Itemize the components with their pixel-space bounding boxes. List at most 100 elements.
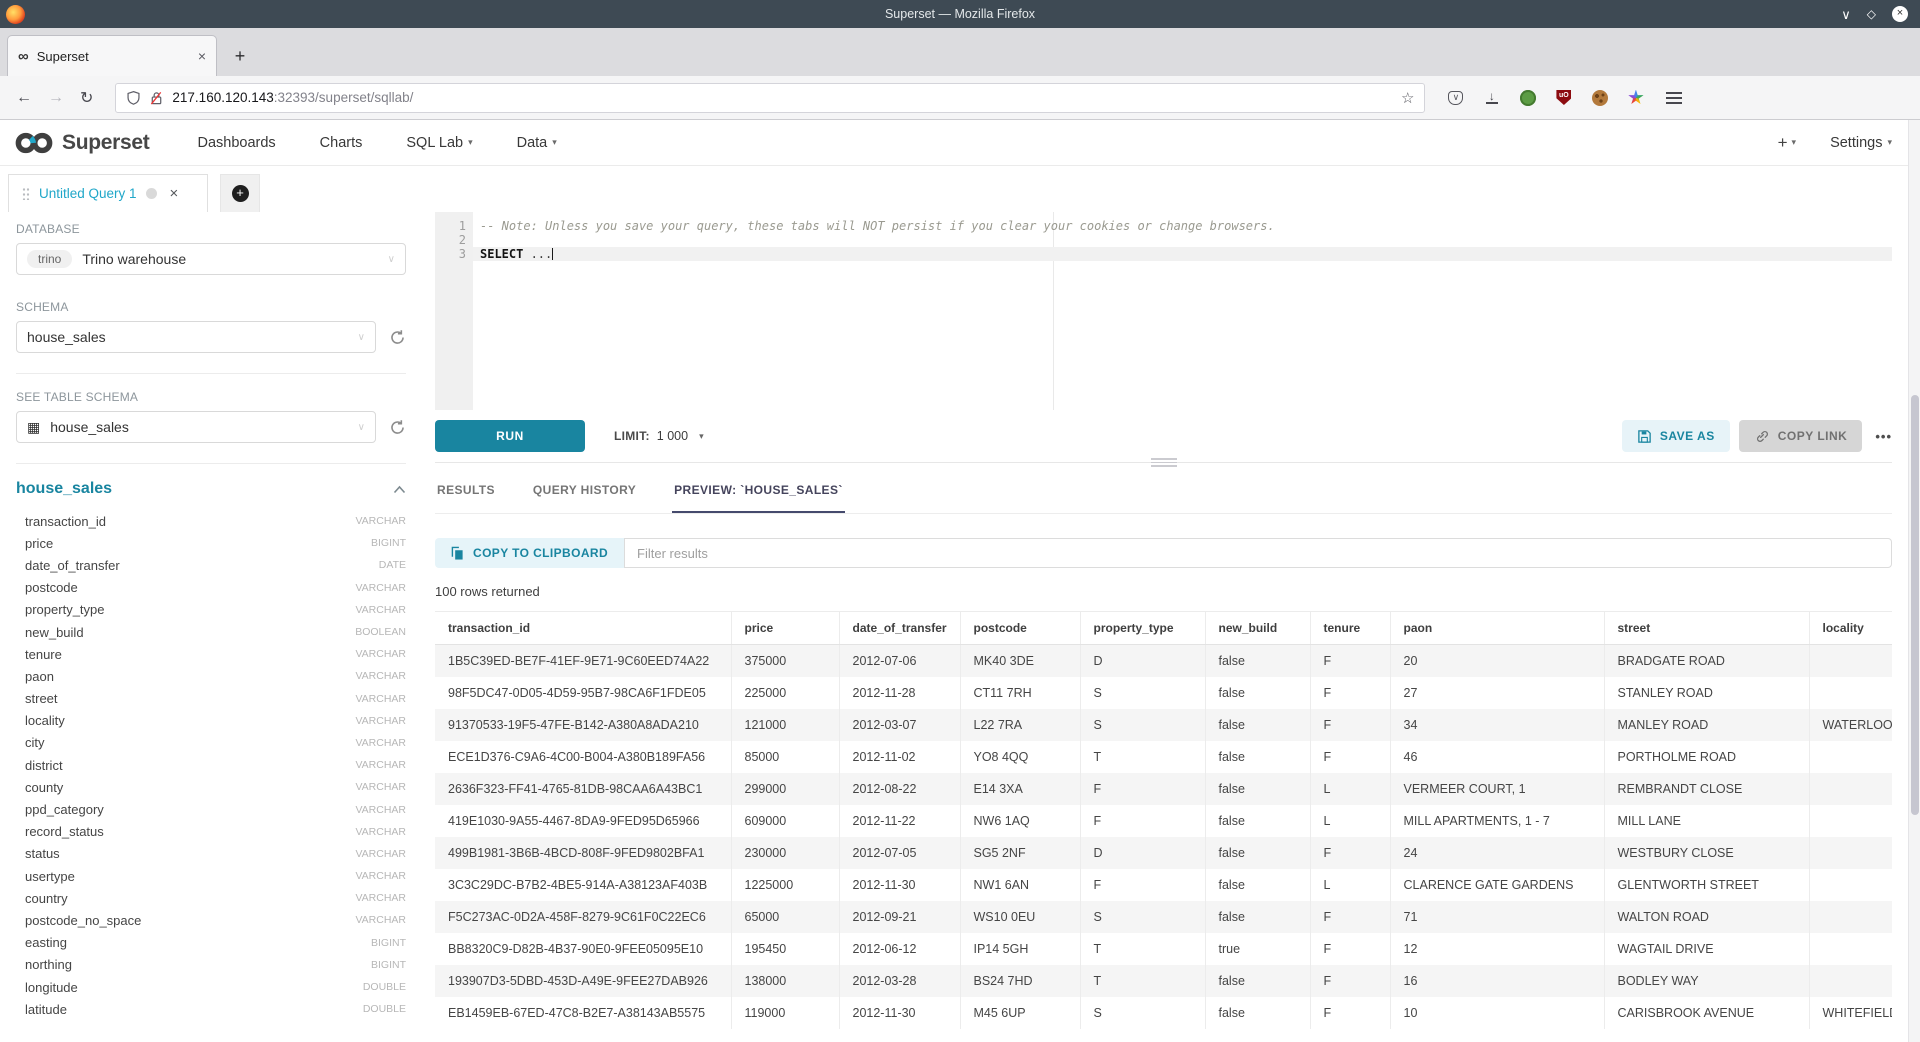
column-row[interactable]: country VARCHAR xyxy=(16,887,406,909)
table-row[interactable]: 98F5DC47-0D05-4D59-95B7-98CA6F1FDE05 225… xyxy=(435,677,1892,709)
column-row[interactable]: easting BIGINT xyxy=(16,932,406,954)
column-row[interactable]: date_of_transfer DATE xyxy=(16,554,406,576)
column-row[interactable]: city VARCHAR xyxy=(16,732,406,754)
column-header[interactable]: postcode xyxy=(960,612,1080,645)
nav-item[interactable]: Data▾ xyxy=(517,135,557,151)
collapse-chevron-up-icon[interactable] xyxy=(393,485,406,494)
bookmark-star-icon[interactable]: ☆ xyxy=(1401,89,1414,107)
table-row[interactable]: F5C273AC-0D2A-458F-8279-9C61F0C22EC6 650… xyxy=(435,901,1892,933)
column-header[interactable]: property_type xyxy=(1080,612,1205,645)
table-row[interactable]: ECE1D376-C9A6-4C00-B004-A380B189FA56 850… xyxy=(435,741,1892,773)
column-header[interactable]: transaction_id xyxy=(435,612,731,645)
column-row[interactable]: status VARCHAR xyxy=(16,843,406,865)
window-close-icon[interactable]: × xyxy=(1892,6,1908,22)
column-row[interactable]: postcode VARCHAR xyxy=(16,577,406,599)
table-row[interactable]: 91370533-19F5-47FE-B142-A380A8ADA210 121… xyxy=(435,709,1892,741)
column-header[interactable]: paon xyxy=(1390,612,1604,645)
save-as-button[interactable]: SAVE AS xyxy=(1622,420,1730,452)
table-row[interactable]: 193907D3-5DBD-453D-A49E-9FEE27DAB926 138… xyxy=(435,965,1892,997)
column-row[interactable]: ppd_category VARCHAR xyxy=(16,798,406,820)
limit-dropdown[interactable]: LIMIT: 1 000 ▾ xyxy=(614,429,704,443)
table-schema-title[interactable]: house_sales xyxy=(16,480,393,498)
column-row[interactable]: paon VARCHAR xyxy=(16,665,406,687)
new-tab-button[interactable]: + xyxy=(223,39,257,73)
table-row[interactable]: EB1459EB-67ED-47C8-B2E7-A38143AB5575 119… xyxy=(435,997,1892,1029)
superset-logo[interactable]: Superset xyxy=(14,130,149,156)
url-text[interactable]: 217.160.120.143:32393/superset/sqllab/ xyxy=(172,90,1393,105)
tab-close-icon[interactable]: × xyxy=(198,48,206,64)
page-scrollbar[interactable] xyxy=(1908,120,1920,1042)
cookie-extension-icon[interactable] xyxy=(1591,89,1608,106)
drag-handle-icon[interactable] xyxy=(22,187,30,200)
column-row[interactable]: price BIGINT xyxy=(16,532,406,554)
nav-item[interactable]: SQL Lab▾ xyxy=(406,135,472,151)
table-row[interactable]: 2636F323-FF41-4765-81DB-98CAA6A43BC1 299… xyxy=(435,773,1892,805)
column-header[interactable]: street xyxy=(1604,612,1809,645)
browser-tab[interactable]: ∞ Superset × xyxy=(7,35,217,76)
column-row[interactable]: new_build BOOLEAN xyxy=(16,621,406,643)
column-header[interactable]: tenure xyxy=(1310,612,1390,645)
column-row[interactable]: postcode_no_space VARCHAR xyxy=(16,909,406,931)
tab-query-history[interactable]: QUERY HISTORY xyxy=(531,477,638,513)
table-select[interactable]: ▦ house_sales ∨ xyxy=(16,411,376,443)
window-maximize-icon[interactable]: ◇ xyxy=(1867,8,1876,20)
table-row[interactable]: 419E1030-9A55-4467-8DA9-9FED95D65966 609… xyxy=(435,805,1892,837)
editor-code-area[interactable]: -- Note: Unless you save your query, the… xyxy=(473,212,1892,410)
downloads-icon[interactable]: ↓ xyxy=(1483,89,1500,106)
privacy-badger-icon[interactable] xyxy=(1519,89,1536,106)
table-row[interactable]: BB8320C9-D82B-4B37-90E0-9FEE05095E10 195… xyxy=(435,933,1892,965)
copy-to-clipboard-button[interactable]: COPY TO CLIPBOARD xyxy=(435,538,624,568)
column-header[interactable]: price xyxy=(731,612,839,645)
query-tab-close-icon[interactable]: × xyxy=(170,185,179,202)
settings-menu[interactable]: Settings▾ xyxy=(1830,135,1892,151)
database-select[interactable]: trino Trino warehouse ∨ xyxy=(16,243,406,275)
column-row[interactable]: latitude DOUBLE xyxy=(16,998,406,1020)
column-row[interactable]: record_status VARCHAR xyxy=(16,821,406,843)
column-row[interactable]: locality VARCHAR xyxy=(16,710,406,732)
forward-button[interactable]: → xyxy=(48,89,64,107)
add-query-tab-button[interactable]: + xyxy=(220,174,260,212)
run-button[interactable]: RUN xyxy=(435,420,585,452)
column-row[interactable]: usertype VARCHAR xyxy=(16,865,406,887)
nav-item[interactable]: Charts xyxy=(320,135,363,151)
column-row[interactable]: transaction_id VARCHAR xyxy=(16,510,406,532)
window-minimize-icon[interactable]: ∨ xyxy=(1841,8,1851,21)
reload-button[interactable]: ↻ xyxy=(80,88,93,108)
column-row[interactable]: county VARCHAR xyxy=(16,776,406,798)
insecure-lock-icon[interactable] xyxy=(149,90,164,106)
column-row[interactable]: street VARCHAR xyxy=(16,688,406,710)
pane-resizer[interactable] xyxy=(435,462,1892,477)
column-row[interactable]: northing BIGINT xyxy=(16,954,406,976)
add-new-button[interactable]: +▾ xyxy=(1778,133,1796,153)
refresh-schema-icon[interactable] xyxy=(389,329,406,346)
tab-results[interactable]: RESULTS xyxy=(435,477,497,513)
url-bar[interactable]: 217.160.120.143:32393/superset/sqllab/ ☆ xyxy=(115,83,1425,113)
nav-item[interactable]: Dashboards xyxy=(197,135,275,151)
resize-grip-icon[interactable] xyxy=(1151,458,1177,467)
query-tab[interactable]: Untitled Query 1 × xyxy=(8,174,208,212)
table-row[interactable]: 1B5C39ED-BE7F-41EF-9E71-9C60EED74A22 375… xyxy=(435,645,1892,677)
filter-results-input[interactable] xyxy=(624,538,1892,568)
more-options-icon[interactable]: ••• xyxy=(1875,429,1892,444)
copy-link-button[interactable]: COPY LINK xyxy=(1739,420,1863,452)
column-header[interactable]: new_build xyxy=(1205,612,1310,645)
column-header[interactable]: date_of_transfer xyxy=(839,612,960,645)
tab-preview-house-sales[interactable]: PREVIEW: `HOUSE_SALES` xyxy=(672,477,845,513)
column-row[interactable]: district VARCHAR xyxy=(16,754,406,776)
column-header[interactable]: locality xyxy=(1809,612,1892,645)
table-row[interactable]: 499B1981-3B6B-4BCD-808F-9FED9802BFA1 230… xyxy=(435,837,1892,869)
menu-hamburger-icon[interactable] xyxy=(1666,97,1682,99)
ublock-icon[interactable]: uO xyxy=(1555,89,1572,106)
scrollbar-thumb[interactable] xyxy=(1911,395,1919,815)
refresh-table-icon[interactable] xyxy=(389,419,406,436)
schema-select[interactable]: house_sales ∨ xyxy=(16,321,376,353)
extension-star-icon[interactable] xyxy=(1627,89,1644,106)
column-row[interactable]: longitude DOUBLE xyxy=(16,976,406,998)
sql-editor[interactable]: 1 2 3 -- Note: Unless you save your quer… xyxy=(435,212,1892,410)
column-row[interactable]: property_type VARCHAR xyxy=(16,599,406,621)
tracking-shield-icon[interactable] xyxy=(126,90,141,106)
back-button[interactable]: ← xyxy=(16,89,32,107)
column-row[interactable]: tenure VARCHAR xyxy=(16,643,406,665)
pocket-icon[interactable]: ∨ xyxy=(1447,89,1464,106)
table-row[interactable]: 3C3C29DC-B7B2-4BE5-914A-A38123AF403B 122… xyxy=(435,869,1892,901)
